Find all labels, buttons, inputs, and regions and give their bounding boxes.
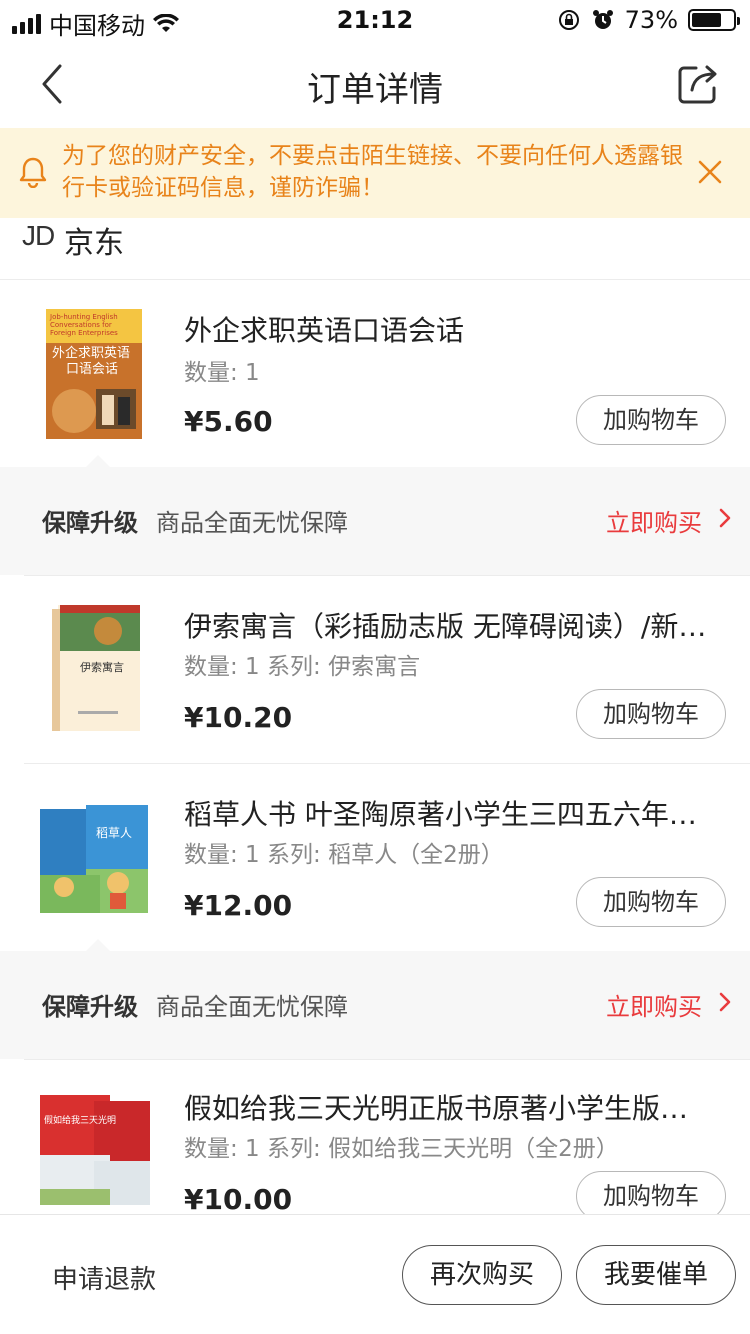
shop-name: 京东 xyxy=(64,226,124,261)
guarantee-desc: 商品全面无忧保障 xyxy=(156,509,348,537)
chevron-right-icon[interactable] xyxy=(718,991,732,1013)
product-thumbnail: 伊索寓言 xyxy=(52,605,140,731)
warning-text: 为了您的财产安全，不要点击陌生链接、不要向任何人透露银行卡或验证码信息，谨防诈骗… xyxy=(62,143,683,201)
product-item[interactable]: 假如给我三天光明 假如给我三天光明正版书原著小学生版… 数量: 1 系列: 假如… xyxy=(0,1059,750,1214)
guarantee-desc: 商品全面无忧保障 xyxy=(156,993,348,1021)
jd-logo: JD xyxy=(22,220,55,251)
book-cover-text: 口语会话 xyxy=(66,362,118,377)
product-title[interactable]: 稻草人书 叶圣陶原著小学生三四五六年… xyxy=(184,793,724,833)
product-thumbnail: Job-hunting English Conversations for Fo… xyxy=(46,309,142,439)
add-to-cart-button[interactable]: 加购物车 xyxy=(576,395,726,445)
refund-link[interactable]: 申请退款 xyxy=(52,1259,156,1296)
book-cover-text: Conversations for xyxy=(50,321,112,329)
urge-order-button[interactable]: 我要催单 xyxy=(576,1245,736,1305)
guarantee-title: 保障升级 xyxy=(42,509,138,537)
status-bar: 中国移动 21:12 73% xyxy=(0,0,750,40)
share-icon xyxy=(678,65,717,104)
product-price: ¥12.00 xyxy=(184,889,293,922)
book-cover-text: 伊索寓言 xyxy=(80,660,124,674)
book-cover-text: Job-hunting English xyxy=(49,313,118,321)
product-item[interactable]: 稻草人 稻草人书 叶圣陶原著小学生三四五六年… 数量: 1 系列: 稻草人（全2… xyxy=(0,763,750,953)
product-quantity: 数量: 1 系列: 稻草人（全2册） xyxy=(184,842,504,868)
status-right: 73% xyxy=(557,6,740,34)
shop-header[interactable]: JD 京东 xyxy=(0,218,750,280)
bottom-action-bar: 申请退款 再次购买 我要催单 xyxy=(0,1214,750,1334)
item-divider xyxy=(24,575,750,576)
product-item[interactable]: Job-hunting English Conversations for Fo… xyxy=(0,281,750,467)
add-to-cart-button[interactable]: 加购物车 xyxy=(576,689,726,739)
guarantee-upgrade-row[interactable]: 保障升级 商品全面无忧保障 立即购买 xyxy=(0,455,750,575)
share-button[interactable] xyxy=(674,60,722,108)
rebuy-button[interactable]: 再次购买 xyxy=(402,1245,562,1305)
notch-indicator xyxy=(86,939,110,951)
bell-icon xyxy=(19,157,47,188)
battery-icon xyxy=(688,9,740,31)
item-divider xyxy=(24,763,750,764)
alarm-icon xyxy=(592,10,613,29)
product-quantity: 数量: 1 系列: 伊索寓言 xyxy=(184,654,421,680)
product-price: ¥10.00 xyxy=(184,1183,293,1214)
product-title[interactable]: 假如给我三天光明正版书原著小学生版… xyxy=(184,1087,724,1127)
notch-indicator xyxy=(86,455,110,467)
product-item[interactable]: 伊索寓言 伊索寓言（彩插励志版 无障碍阅读）/新… 数量: 1 系列: 伊索寓言… xyxy=(0,575,750,763)
product-price: ¥5.60 xyxy=(184,405,273,438)
security-warning-banner: 为了您的财产安全，不要点击陌生链接、不要向任何人透露银行卡或验证码信息，谨防诈骗… xyxy=(0,128,750,218)
page-title: 订单详情 xyxy=(307,70,443,110)
product-price: ¥10.20 xyxy=(184,701,293,734)
add-to-cart-button[interactable]: 加购物车 xyxy=(576,1171,726,1214)
chevron-right-icon[interactable] xyxy=(718,507,732,529)
nav-bar: 订单详情 xyxy=(0,40,750,128)
product-quantity: 数量: 1 系列: 假如给我三天光明（全2册） xyxy=(184,1136,619,1162)
book-cover-text: 假如给我三天光明 xyxy=(44,1114,116,1126)
battery-percent: 73% xyxy=(624,6,678,34)
product-quantity: 数量: 1 xyxy=(184,360,260,386)
product-thumbnail: 假如给我三天光明 xyxy=(40,1095,150,1205)
book-cover-text: 外企求职英语 xyxy=(52,345,130,361)
item-divider xyxy=(24,1059,750,1060)
close-icon[interactable] xyxy=(696,158,724,186)
product-title[interactable]: 伊索寓言（彩插励志版 无障碍阅读）/新… xyxy=(184,605,724,645)
product-title[interactable]: 外企求职英语口语会话 xyxy=(184,309,724,349)
buy-now-link[interactable]: 立即购买 xyxy=(606,503,702,538)
rotation-lock-icon xyxy=(558,10,579,30)
add-to-cart-button[interactable]: 加购物车 xyxy=(576,877,726,927)
buy-now-link[interactable]: 立即购买 xyxy=(606,987,702,1022)
book-cover-text: Foreign Enterprises xyxy=(50,329,118,337)
battery-fill xyxy=(692,13,722,27)
guarantee-title: 保障升级 xyxy=(42,993,138,1021)
guarantee-upgrade-row[interactable]: 保障升级 商品全面无忧保障 立即购买 xyxy=(0,939,750,1059)
book-cover-text: 稻草人 xyxy=(96,826,132,840)
product-thumbnail: 稻草人 xyxy=(40,805,148,913)
